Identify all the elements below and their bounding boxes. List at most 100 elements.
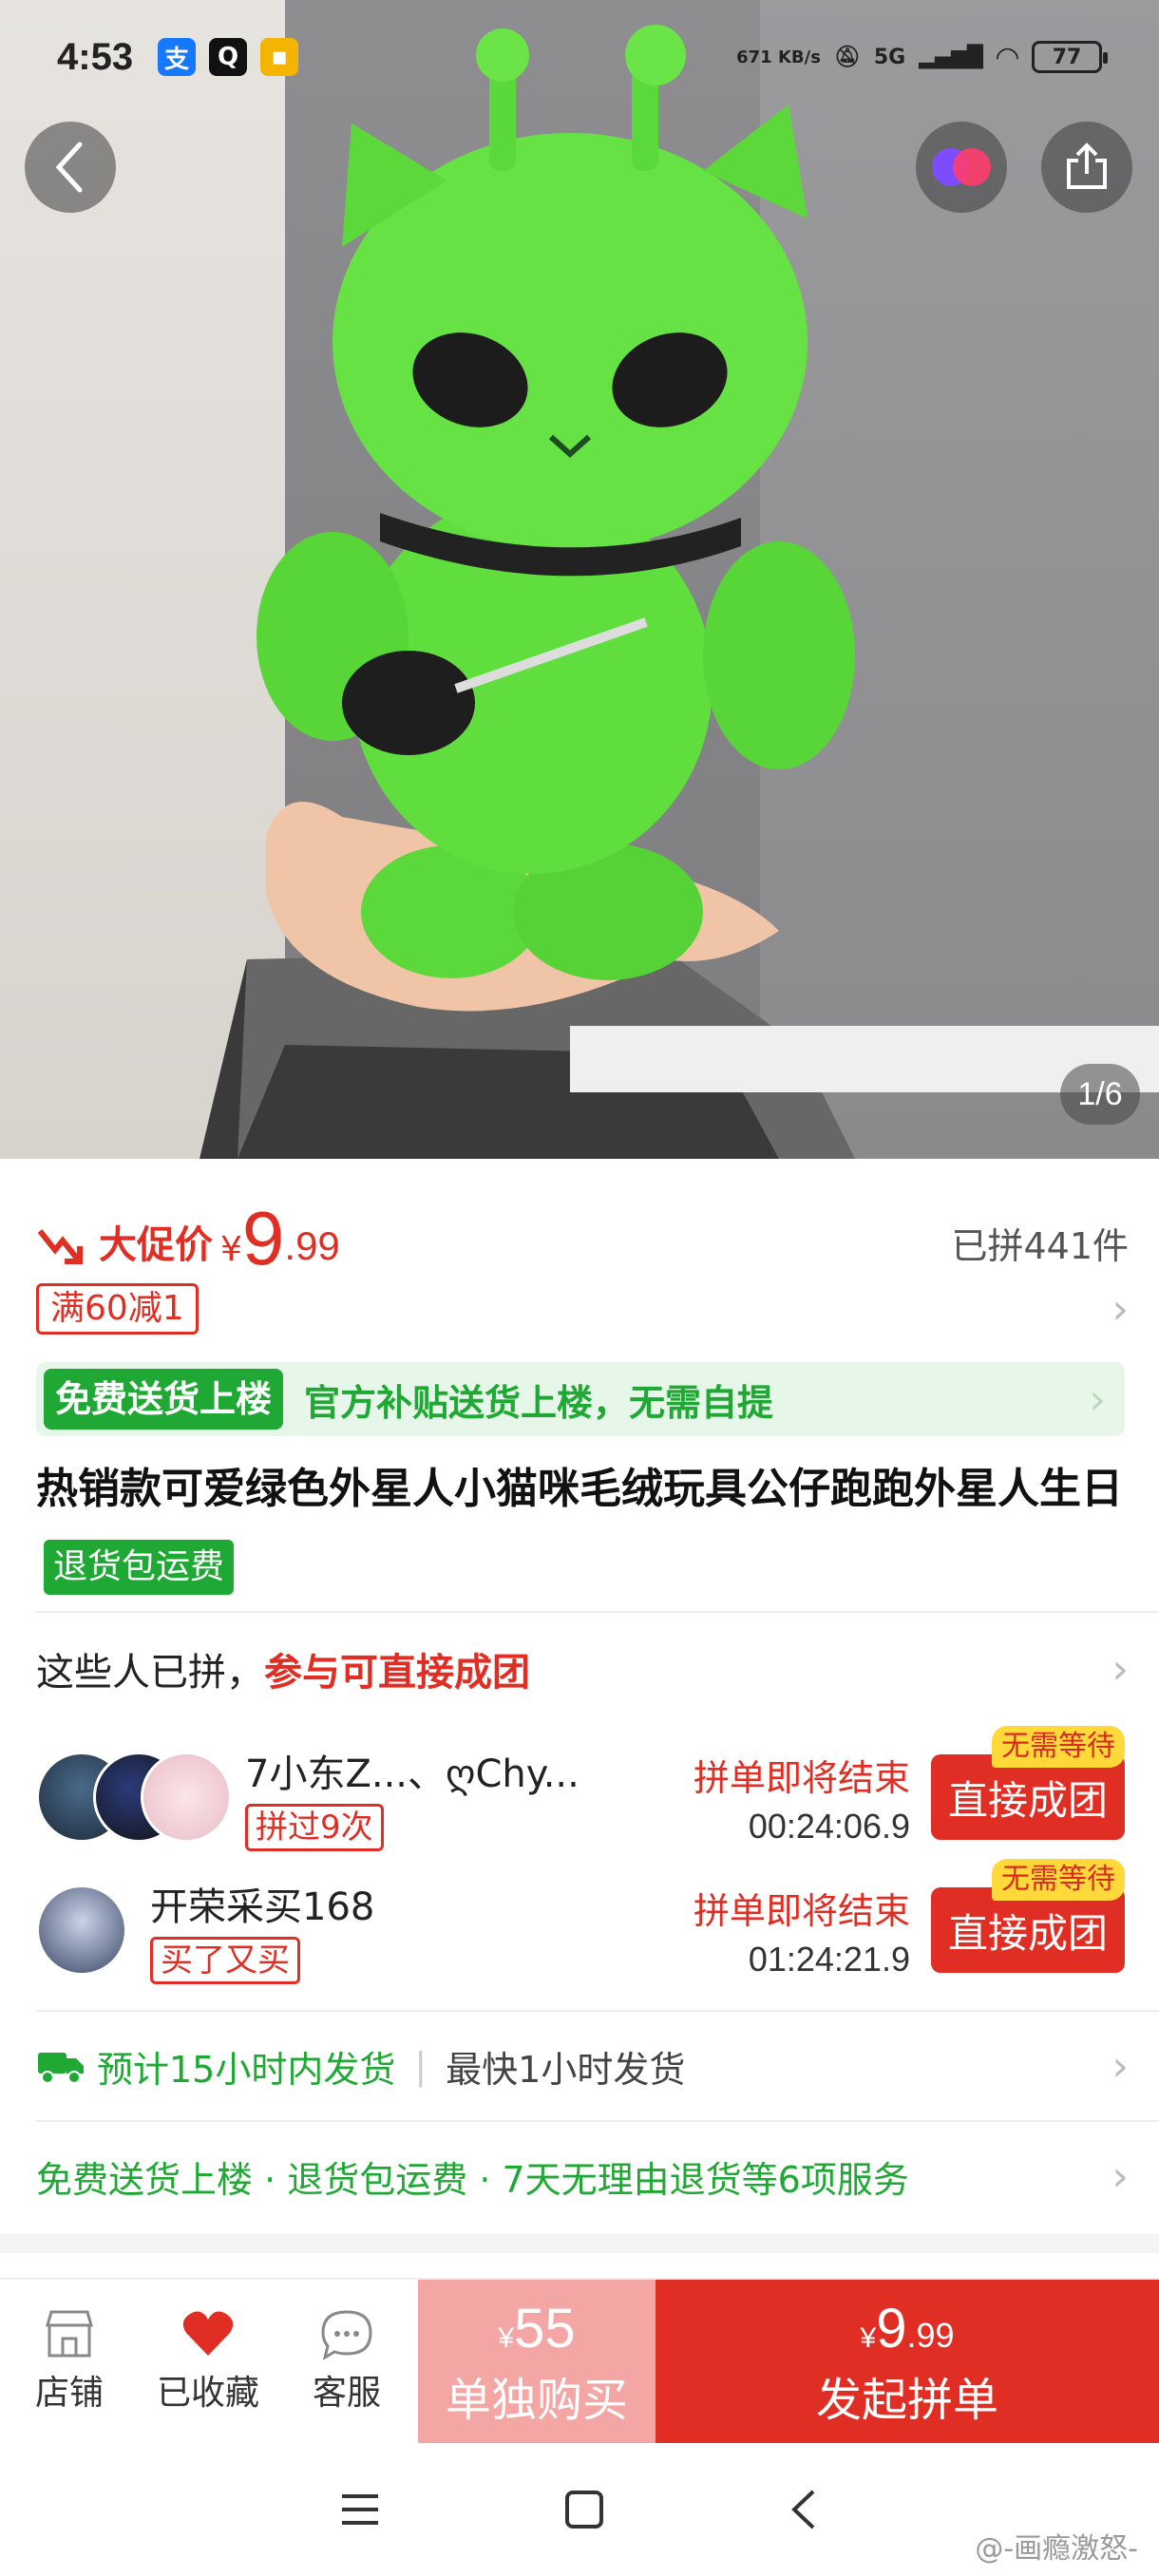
favorite-label: 已收藏 <box>156 2374 259 2413</box>
start-group-button[interactable]: ¥9.99 发起拼单 <box>656 2280 1159 2445</box>
member-names: 7小东Z...、ღChy... <box>245 1752 580 1796</box>
signal-icon: ▂▄▆█ <box>919 45 983 69</box>
countdown: 01:24:21.9 <box>748 1939 910 1979</box>
qq-icon: Q <box>209 38 248 76</box>
group-timer: 拼单即将结束 01:24:21.9 <box>694 1882 910 1979</box>
join-group-label: 直接成团 <box>947 1776 1108 1824</box>
chat-icon <box>321 2310 372 2359</box>
share-button[interactable] <box>1041 122 1132 213</box>
overlap-circles-icon <box>932 148 991 186</box>
store-label: 店铺 <box>34 2374 104 2413</box>
chevron-right-icon: › <box>1112 2041 1129 2091</box>
price-decimal: .99 <box>284 1223 340 1268</box>
network-speed: 671 KB/s <box>736 47 821 67</box>
services-text: 免费送货上楼 · 退货包运费 · 7天无理由退货等6项服务 <box>36 2158 909 2201</box>
store-icon <box>46 2310 93 2358</box>
free-delivery-tag: 免费送货上楼 <box>44 1369 284 1430</box>
group-status: 拼单即将结束 <box>693 1756 910 1799</box>
bottom-action-bar: 店铺 已收藏 客服 ¥55 单独购买 ¥9.99 发起拼单 <box>0 2278 1159 2445</box>
solo-price-value: 55 <box>514 2297 576 2359</box>
trend-down-icon <box>37 1229 83 1264</box>
group-header-prefix: 这些人已拼， <box>36 1651 264 1695</box>
price-row: 大促价 ¥ 9 .99 已拼441件 <box>36 1178 1129 1282</box>
join-group-button[interactable]: 直接成团 无需等待 <box>931 1726 1125 1840</box>
no-wait-tag: 无需等待 <box>992 1726 1125 1768</box>
no-wait-tag: 无需等待 <box>992 1859 1125 1901</box>
group-currency: ¥ <box>860 2321 877 2354</box>
menu-icon[interactable] <box>336 2491 384 2529</box>
coupon-badge: 满60减1 <box>36 1283 199 1335</box>
section-gap <box>0 2234 1159 2253</box>
member-badge: 拼过9次 <box>245 1804 384 1851</box>
avatar <box>36 1885 127 1976</box>
sold-count: 已拼441件 <box>951 1225 1129 1267</box>
watermark: @-画瘾激怒- <box>975 2532 1138 2566</box>
group-names: 开荣采买168 买了又买 <box>150 1876 374 1984</box>
shipping-row[interactable]: 预计15小时内发货 | 最快1小时发货 › <box>36 2033 1129 2099</box>
store-button[interactable]: 店铺 <box>0 2280 139 2443</box>
solo-currency: ¥ <box>498 2321 515 2354</box>
chevron-right-icon: › <box>1089 1374 1106 1424</box>
chevron-right-icon: › <box>1112 1284 1129 1334</box>
divider <box>36 2120 1159 2122</box>
solo-label: 单独购买 <box>445 2373 628 2427</box>
group-timer: 拼单即将结束 00:24:06.9 <box>694 1749 910 1847</box>
group-row: 开荣采买168 买了又买 拼单即将结束 01:24:21.9 直接成团 无需等待 <box>36 1859 1125 1987</box>
similar-items-button[interactable] <box>916 122 1007 213</box>
favorite-button[interactable]: 已收藏 <box>139 2280 277 2443</box>
alipay-icon: 支 <box>158 38 197 76</box>
service-label: 客服 <box>312 2374 381 2413</box>
group-header-highlight: 参与可直接成团 <box>264 1651 530 1695</box>
separator: | <box>414 2045 428 2087</box>
group-label: 发起拼单 <box>815 2373 998 2427</box>
notes-icon: ▪ <box>260 38 299 76</box>
avatar <box>141 1752 232 1843</box>
services-row[interactable]: 免费送货上楼 · 退货包运费 · 7天无理由退货等6项服务 › <box>36 2143 1129 2209</box>
customer-service-button[interactable]: 客服 <box>277 2280 416 2443</box>
coupon-row[interactable]: 满60减1 › <box>36 1282 1129 1335</box>
gallery-page-indicator: 1/6 <box>1060 1064 1140 1125</box>
group-names: 7小东Z...、ღChy... 拼过9次 <box>245 1743 580 1851</box>
status-bar: 4:53 支 Q ▪ 671 KB/s 🔕︎ 5G ▂▄▆█ ◠ 77 <box>0 0 1159 114</box>
group-row: 7小东Z...、ღChy... 拼过9次 拼单即将结束 00:24:06.9 直… <box>36 1726 1125 1854</box>
back-nav-icon[interactable] <box>785 2488 823 2531</box>
status-indicators: 671 KB/s 🔕︎ 5G ▂▄▆█ ◠ 77 <box>736 40 1108 74</box>
product-title-text: 热销款可爱绿色外星人小猫咪毛绒玩具公仔跑跑外星人生日 <box>36 1465 1123 1513</box>
join-group-button[interactable]: 直接成团 无需等待 <box>931 1859 1125 1973</box>
share-icon <box>1067 142 1107 189</box>
group-buy-header[interactable]: 这些人已拼， 参与可直接成团 › <box>36 1636 1129 1702</box>
chevron-right-icon: › <box>1112 1644 1129 1694</box>
battery-icon: 77 <box>1032 41 1108 73</box>
solo-price: ¥55 <box>498 2297 575 2360</box>
group-price: ¥9.99 <box>861 2297 955 2360</box>
divider <box>36 2010 1159 2012</box>
group-price-int: 9 <box>876 2297 907 2359</box>
mute-icon: 🔕︎ <box>833 45 861 69</box>
member-names: 开荣采买168 <box>150 1885 375 1929</box>
countdown: 00:24:06.9 <box>748 1806 910 1846</box>
ship-fastest: 最快1小时发货 <box>446 2048 686 2091</box>
home-icon[interactable] <box>562 2488 606 2531</box>
truck-icon <box>38 2053 84 2084</box>
buy-alone-button[interactable]: ¥55 单独购买 <box>418 2280 656 2445</box>
ship-estimate: 预计15小时内发货 <box>97 2048 396 2091</box>
price-currency: ¥ <box>220 1230 242 1269</box>
chevron-right-icon: › <box>1112 2151 1129 2201</box>
return-shipping-tag: 退货包运费 <box>44 1540 235 1595</box>
heart-icon <box>182 2311 234 2356</box>
network-type: 5G <box>873 45 906 69</box>
chevron-left-icon <box>55 142 83 193</box>
join-group-label: 直接成团 <box>947 1909 1108 1957</box>
price-integer: 9 <box>241 1196 285 1280</box>
back-button[interactable] <box>25 122 116 213</box>
free-delivery-bar[interactable]: 免费送货上楼 官方补贴送货上楼，无需自提 › <box>36 1362 1125 1436</box>
avatar-stack <box>36 1752 232 1843</box>
status-time: 4:53 <box>57 35 134 78</box>
divider <box>36 1611 1159 1613</box>
product-title: 热销款可爱绿色外星人小猫咪毛绒玩具公仔跑跑外星人生日退货包运费 <box>36 1451 1129 1603</box>
member-badge: 买了又买 <box>150 1937 300 1984</box>
free-delivery-text: 官方补贴送货上楼，无需自提 <box>304 1381 774 1424</box>
wifi-icon: ◠ <box>996 40 1018 74</box>
group-status: 拼单即将结束 <box>693 1889 910 1932</box>
group-price-dec: .99 <box>906 2315 955 2355</box>
